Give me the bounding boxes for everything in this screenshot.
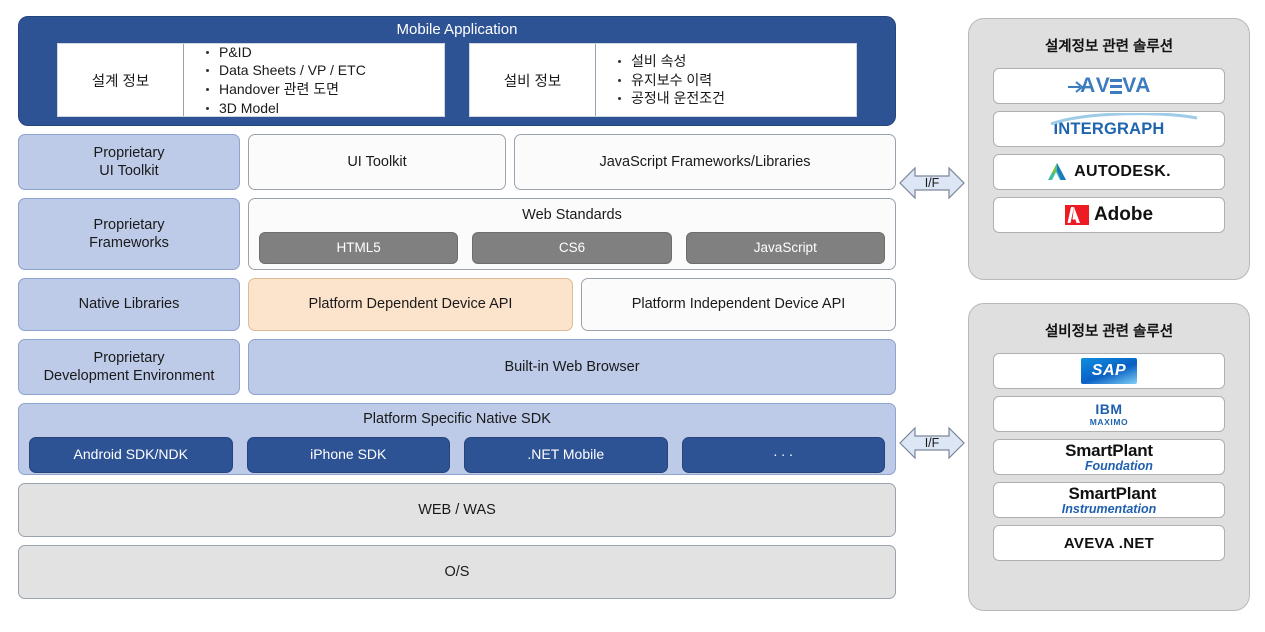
adobe-logo-box[interactable]: Adobe	[993, 197, 1225, 233]
row-built-in-browser: Proprietary Development Environment Buil…	[18, 339, 896, 395]
row-native-sdk: Platform Specific Native SDK Android SDK…	[18, 403, 896, 475]
interface-label-bottom: I/F	[924, 436, 940, 450]
maximo-logo-text: MAXIMO	[1089, 416, 1129, 427]
list-item: Data Sheets / VP / ETC	[206, 61, 444, 80]
foundation-text: Foundation	[1084, 458, 1153, 473]
row-device-api: Native Libraries Platform Dependent Devi…	[18, 278, 896, 331]
smartplant-text: SmartPlant	[1068, 483, 1157, 503]
list-item: Handover 관련 도면	[206, 80, 444, 99]
group-web-standards: Web Standards HTML5 CS6 JavaScript	[248, 198, 896, 270]
smartplant-text: SmartPlant	[1065, 440, 1153, 460]
autodesk-logo-text: AUTODESK.	[1074, 163, 1171, 180]
chip-iphone-sdk: iPhone SDK	[246, 437, 450, 474]
box-proprietary-ui-toolkit: Proprietary UI Toolkit	[18, 134, 240, 190]
box-built-in-web-browser: Built-in Web Browser	[248, 339, 896, 395]
design-info-list: P&ID Data Sheets / VP / ETC Handover 관련 …	[184, 44, 444, 116]
row-os: O/S	[18, 545, 896, 599]
row-web-was: WEB / WAS	[18, 483, 896, 537]
box-proprietary-frameworks: Proprietary Frameworks	[18, 198, 240, 270]
box-javascript-frameworks: JavaScript Frameworks/Libraries	[514, 134, 896, 190]
design-info-card: 설계 정보 P&ID Data Sheets / VP / ETC Handov…	[57, 43, 445, 117]
autodesk-mark-icon	[1048, 163, 1067, 180]
aveva-logo: AV VA	[1067, 74, 1151, 98]
interface-label-top: I/F	[924, 176, 940, 190]
native-sdk-chips: Android SDK/NDK iPhone SDK .NET Mobile ∙…	[29, 437, 885, 474]
list-item: 설비 속성	[618, 52, 856, 71]
mobile-application-cards: 설계 정보 P&ID Data Sheets / VP / ETC Handov…	[19, 43, 895, 117]
equipment-info-list: 설비 속성 유지보수 이력 공정내 운전조건	[596, 44, 856, 116]
adobe-mark-icon	[1064, 205, 1089, 225]
chip-cs6: CS6	[472, 232, 672, 265]
group-platform-specific-native-sdk: Platform Specific Native SDK Android SDK…	[18, 403, 896, 475]
sap-logo-box[interactable]: SAP	[993, 353, 1225, 389]
adobe-logo-text: Adobe	[1093, 204, 1154, 225]
chip-android-sdk: Android SDK/NDK	[29, 437, 233, 474]
interface-connector-top: I/F	[899, 157, 965, 209]
interface-connector-bottom: I/F	[899, 417, 965, 469]
panel-equipment-info-title: 설비정보 관련 솔루션	[1044, 324, 1174, 340]
panel-design-info-solutions: 설계정보 관련 솔루션 AV VA INTERGRAPH AUTODESK. A…	[968, 18, 1250, 280]
instrumentation-text: Instrumentation	[1061, 501, 1157, 516]
mobile-application-block: Mobile Application 설계 정보 P&ID Data Sheet…	[18, 16, 896, 126]
row-web-standards: Proprietary Frameworks Web Standards HTM…	[18, 198, 896, 270]
ibm-maximo-logo-box[interactable]: IBM MAXIMO	[993, 396, 1225, 432]
smartplant-instrumentation-logo: SmartPlant Instrumentation	[1061, 483, 1157, 516]
equipment-info-label: 설비 정보	[470, 44, 596, 116]
smartplant-instrumentation-logo-box[interactable]: SmartPlant Instrumentation	[993, 482, 1225, 518]
equipment-info-card: 설비 정보 설비 속성 유지보수 이력 공정내 운전조건	[469, 43, 857, 117]
ibm-maximo-logo: IBM MAXIMO	[1090, 402, 1129, 427]
list-item: 유지보수 이력	[618, 71, 856, 90]
panel-equipment-info-solutions: 설비정보 관련 솔루션 SAP IBM MAXIMO SmartPlant Fo…	[968, 303, 1250, 611]
aveva-net-logo: AVEVA .NET	[1063, 534, 1155, 552]
architecture-stack: Mobile Application 설계 정보 P&ID Data Sheet…	[18, 16, 896, 607]
smartplant-foundation-logo-box[interactable]: SmartPlant Foundation	[993, 439, 1225, 475]
intergraph-swoosh-icon	[1050, 112, 1198, 125]
panel-design-info-title: 설계정보 관련 솔루션	[1044, 39, 1174, 55]
list-item: 공정내 운전조건	[618, 89, 856, 108]
list-item: 3D Model	[206, 99, 444, 118]
web-standards-title: Web Standards	[522, 207, 622, 223]
design-info-label: 설계 정보	[58, 44, 184, 116]
adobe-logo: Adobe	[1064, 204, 1154, 226]
web-standards-chips: HTML5 CS6 JavaScript	[259, 232, 885, 265]
box-web-was: WEB / WAS	[18, 483, 896, 537]
box-platform-independent-device-api: Platform Independent Device API	[581, 278, 896, 331]
sap-logo: SAP	[1081, 358, 1137, 384]
native-sdk-title: Platform Specific Native SDK	[363, 411, 551, 427]
intergraph-logo-box[interactable]: INTERGRAPH	[993, 111, 1225, 147]
autodesk-logo-box[interactable]: AUTODESK.	[993, 154, 1225, 190]
diagram-canvas: Mobile Application 설계 정보 P&ID Data Sheet…	[0, 0, 1265, 632]
box-proprietary-dev-environment: Proprietary Development Environment	[18, 339, 240, 395]
mobile-application-title: Mobile Application	[396, 21, 518, 38]
box-platform-dependent-device-api: Platform Dependent Device API	[248, 278, 573, 331]
aveva-net-logo-box[interactable]: AVEVA .NET	[993, 525, 1225, 561]
smartplant-foundation-logo: SmartPlant Foundation	[1065, 442, 1153, 473]
autodesk-logo: AUTODESK.	[1047, 161, 1171, 183]
chip-html5: HTML5	[259, 232, 459, 265]
chip-javascript: JavaScript	[685, 232, 885, 265]
chip-dotnet-mobile: .NET Mobile	[464, 437, 668, 474]
intergraph-logo: INTERGRAPH	[1050, 112, 1198, 139]
box-os: O/S	[18, 545, 896, 599]
box-native-libraries: Native Libraries	[18, 278, 240, 331]
chip-more: ∙ ∙ ∙	[681, 437, 885, 474]
list-item: P&ID	[206, 43, 444, 62]
box-ui-toolkit: UI Toolkit	[248, 134, 506, 190]
ibm-logo-text: IBM	[1095, 400, 1123, 417]
aveva-logo-box[interactable]: AV VA	[993, 68, 1225, 104]
row-ui-toolkit: Proprietary UI Toolkit UI Toolkit JavaSc…	[18, 134, 896, 190]
